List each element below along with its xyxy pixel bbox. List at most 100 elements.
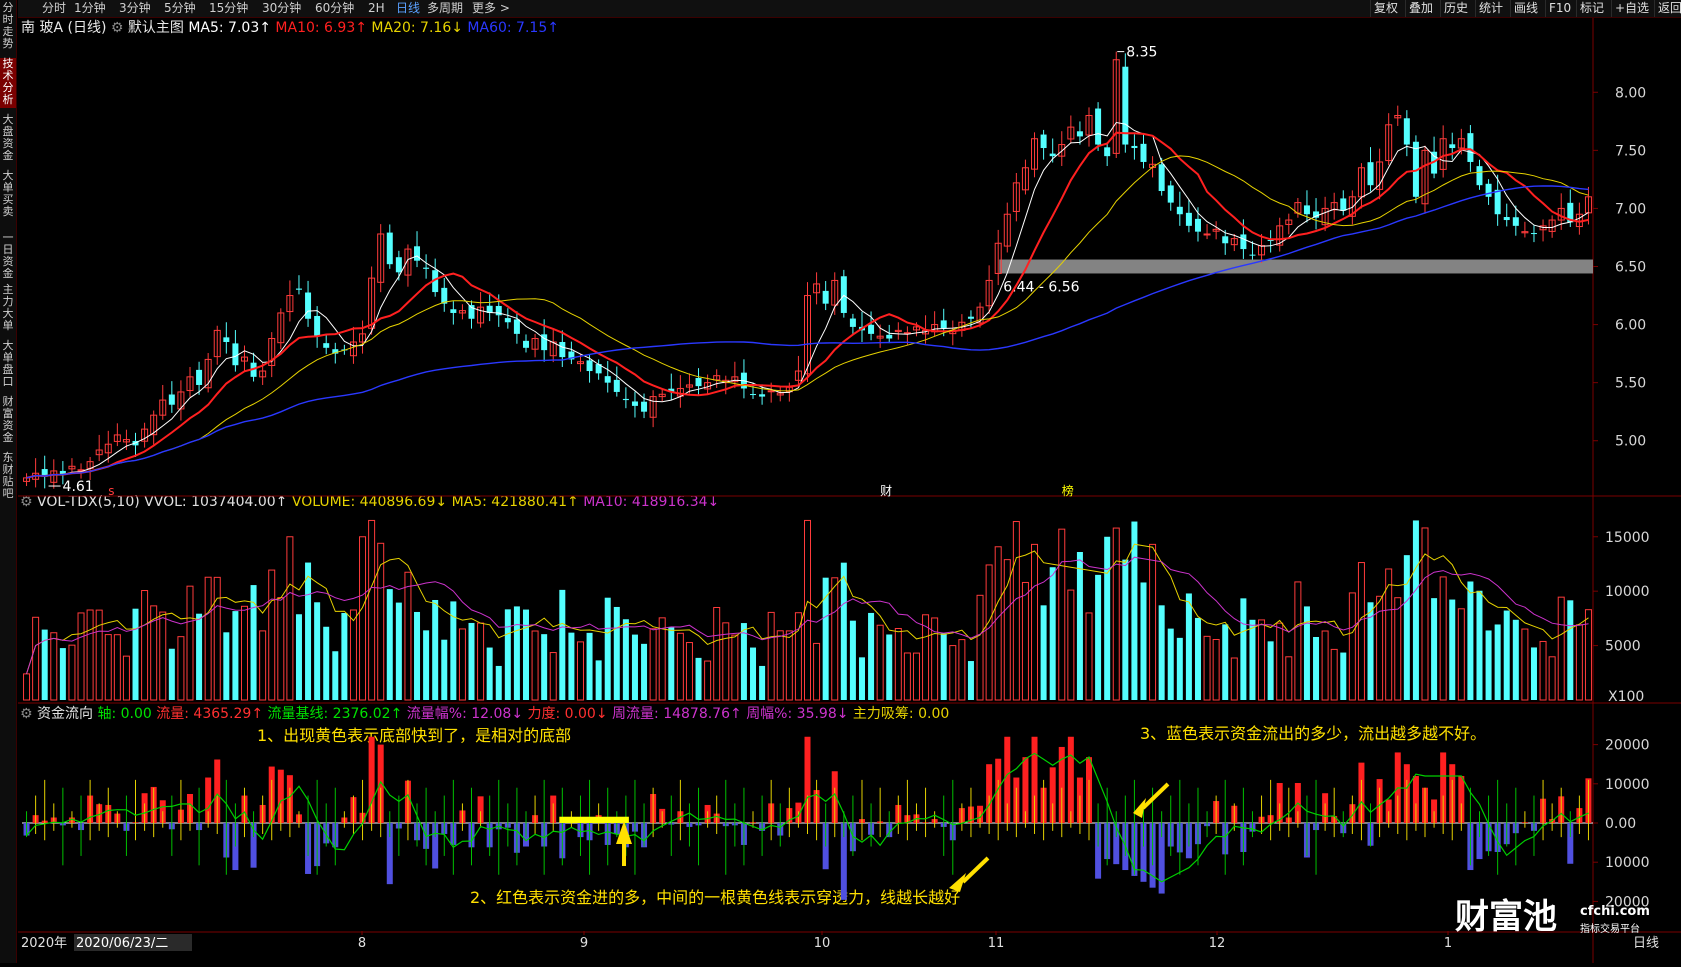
period-30min[interactable]: 30分钟 [262,0,301,17]
candle-body-down [1249,254,1256,256]
tool-mark[interactable]: 标记 [1576,0,1607,17]
volume-bar-down [1049,567,1056,700]
tab-big-order[interactable]: 大单买卖 [0,170,16,220]
tool-adjust[interactable]: 复权 [1370,0,1401,17]
candle-body-down [223,337,230,342]
volume-bar-down [967,661,974,700]
candle-body-down [1403,118,1410,145]
volume-bar-down [132,608,139,700]
candle-body-down [450,309,457,313]
volume-bar-down [223,632,230,700]
volume-bar-up [377,542,385,701]
arrow-down-left-icon-shaft [961,856,990,884]
volume-bar-down [822,577,829,700]
volume-bar-down [668,627,675,700]
tab-day-fund[interactable]: 一日资金 [0,232,16,282]
candle-body-down [604,376,611,383]
period-1min[interactable]: 1分钟 [74,0,106,17]
price-tick-label: 7.50 [1615,143,1646,159]
tool-draw[interactable]: 画线 [1510,0,1541,17]
volume-bar-down [622,619,629,700]
volume-bar-up [658,617,666,701]
candle-body-down [1176,206,1183,215]
candle-body-down [504,318,511,323]
support-band [999,259,1593,274]
period-2h[interactable]: 2H [368,0,385,17]
candle-body-down [1449,144,1456,149]
candle-body-down [1303,205,1310,215]
volume-bar-up [649,628,657,701]
bottom-signal-block [559,816,629,823]
period-more[interactable]: 更多 > [472,0,510,17]
volume-bar-down [1303,606,1310,700]
tab-forum[interactable]: 东财贴吧 [0,452,16,502]
candle-body-down [559,342,566,358]
volume-tick-label: 15000 [1605,530,1650,546]
volume-bar-up [259,630,267,701]
volume-bar-up [268,569,276,701]
candle-body-down [840,276,847,313]
volume-bar-down [395,602,402,700]
volume-bar-up [104,634,112,701]
volume-bar-down [1313,636,1320,700]
volume-bar-up [767,611,775,701]
tool-add-watchlist[interactable]: +自选 [1611,0,1652,17]
volume-bar-down [759,665,766,700]
tab-technical[interactable]: 技术分析 [0,58,16,108]
left-tab-strip: 分时走势 技术分析 大盘资金 大单买卖 一日资金 主力大单 大单盘口 财富资金 … [0,0,17,963]
tab-timeshare[interactable]: 分时走势 [0,2,16,52]
volume-bar-up [1294,581,1302,701]
period-multi[interactable]: 多周期 [427,0,463,17]
tab-order-book[interactable]: 大单盘口 [0,340,16,390]
rank-marker: 榜 [1062,483,1074,498]
tool-f10[interactable]: F10 [1545,0,1574,17]
candle-body-down [168,394,175,405]
volume-bar-down [641,643,648,700]
tab-wealth-fund[interactable]: 财富资金 [0,396,16,446]
tool-overlay[interactable]: 叠加 [1405,0,1436,17]
volume-bar-down [868,612,875,700]
volume-bar-up [1212,638,1220,701]
period-5min[interactable]: 5分钟 [164,0,196,17]
volume-bar-down [1267,641,1274,700]
candle-body-down [513,319,520,334]
period-3min[interactable]: 3分钟 [119,0,151,17]
volume-bar-up [1330,648,1338,701]
volume-bar-up [277,597,285,701]
period-60min[interactable]: 60分钟 [315,0,354,17]
volume-bar-down [1185,593,1192,700]
tool-back[interactable]: 返回 [1654,0,1681,17]
tab-market-fund[interactable]: 大盘资金 [0,114,16,164]
volume-bar-down [740,623,747,700]
period-daily[interactable]: 日线 [396,0,420,17]
stock-chart-window: 分时走势 技术分析 大盘资金 大单买卖 一日资金 主力大单 大单盘口 财富资金 … [0,0,1681,963]
volume-bar-up [368,519,376,701]
volume-bar-down [1104,536,1111,700]
volume-bar-down [314,602,321,700]
candle-body-down [1158,164,1165,191]
volume-bar-down [1412,520,1419,700]
period-15min[interactable]: 15分钟 [209,0,248,17]
volume-bar-down [568,632,575,700]
volume-bar-down [305,562,312,700]
volume-bar-up [876,624,884,701]
volume-bar-up [68,644,76,701]
volume-bar-up [985,564,993,701]
chart-svg[interactable]: 8.007.507.006.506.005.505.006.44 - 6.568… [18,18,1681,963]
tab-main-order[interactable]: 主力大单 [0,284,16,334]
volume-bar-up [1149,543,1157,701]
tool-history[interactable]: 历史 [1440,0,1471,17]
volume-bar-down [1567,600,1574,700]
period-timeshare[interactable]: 分时 [42,0,66,17]
volume-bar-up [1575,624,1583,701]
volume-bar-up [1021,581,1029,701]
tool-stats[interactable]: 统计 [1475,0,1506,17]
volume-bar-up [713,607,721,701]
chart-area[interactable]: 8.00 7.50 7.00 6.50 6.00 5.50 5.00 6.44 - 6.56 8… [18,18,1681,967]
volume-bar-up [794,612,802,701]
volume-bar-up [1258,619,1266,701]
volume-bar-down [1449,599,1456,700]
volume-bar-up [77,612,85,701]
candle-body-down [1367,162,1374,186]
candle-body-down [1240,234,1247,250]
